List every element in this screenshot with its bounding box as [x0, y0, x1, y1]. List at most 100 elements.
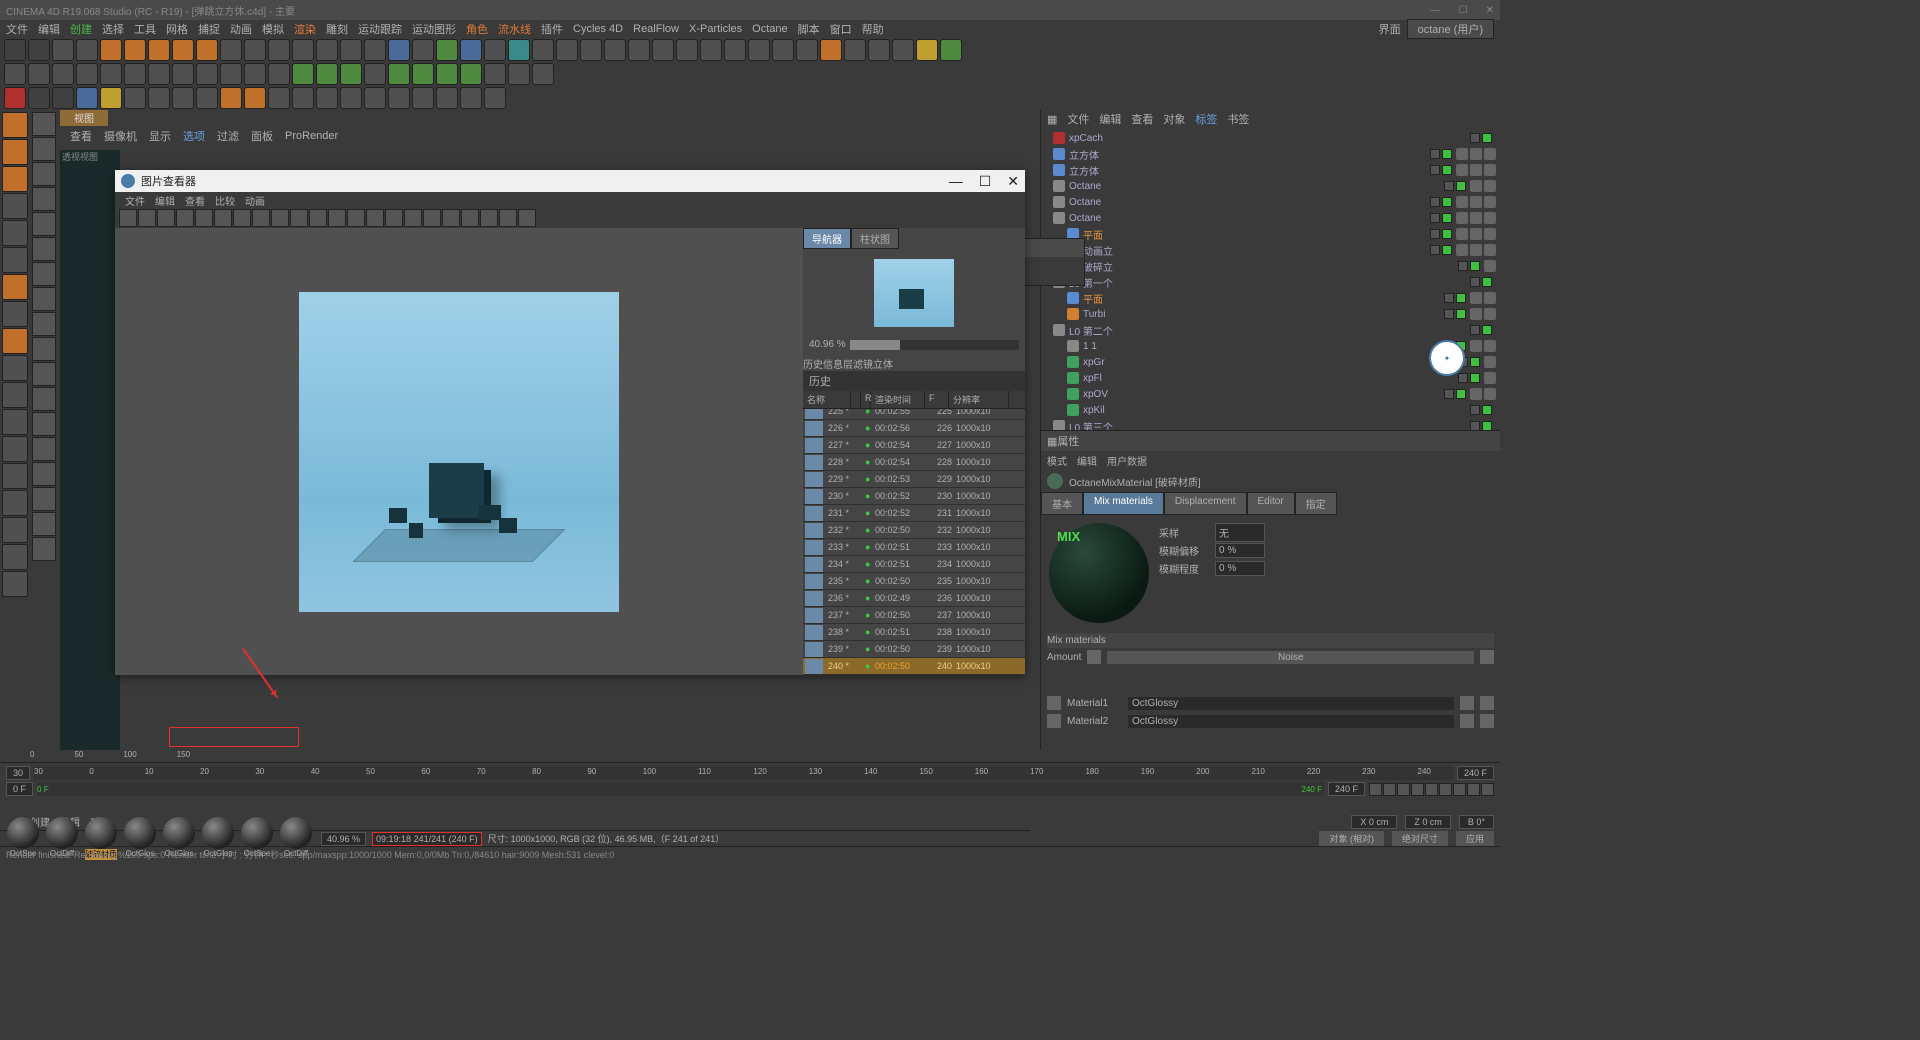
- tag-icon[interactable]: [1470, 164, 1482, 176]
- tool-button[interactable]: [436, 39, 458, 61]
- tag-icon[interactable]: [1456, 148, 1468, 160]
- left-tool[interactable]: [2, 571, 28, 597]
- tool-button[interactable]: [52, 39, 74, 61]
- object-row[interactable]: 立方体: [1045, 146, 1496, 162]
- history-row[interactable]: 237 *●00:02:502371000x10: [803, 607, 1025, 624]
- material1-field[interactable]: OctGlossy: [1128, 697, 1454, 710]
- vp-menu-面板[interactable]: 面板: [251, 128, 273, 144]
- vp-menu-查看[interactable]: 查看: [70, 128, 92, 144]
- pv-tab2[interactable]: 信息: [823, 356, 843, 371]
- tool-button[interactable]: [76, 39, 98, 61]
- vp-menu-ProRender[interactable]: ProRender: [285, 130, 338, 142]
- pv-tool[interactable]: [119, 209, 137, 227]
- coord-x[interactable]: X 0 cm: [1351, 815, 1397, 829]
- pv-tool[interactable]: [214, 209, 232, 227]
- tag-icon[interactable]: [1470, 148, 1482, 160]
- tool-button[interactable]: [748, 39, 770, 61]
- menu-Octane[interactable]: Octane: [752, 23, 787, 35]
- pv-tool[interactable]: [423, 209, 441, 227]
- mat1-clear-icon[interactable]: [1480, 696, 1494, 710]
- left-tool[interactable]: [2, 544, 28, 570]
- tool-button[interactable]: [148, 87, 170, 109]
- tool-button[interactable]: [388, 87, 410, 109]
- history-row[interactable]: 226 *●00:02:562261000x10: [803, 420, 1025, 437]
- left-tool[interactable]: [2, 382, 28, 408]
- tool-button[interactable]: [124, 87, 146, 109]
- tool-button[interactable]: [724, 39, 746, 61]
- pv-tool[interactable]: [347, 209, 365, 227]
- tool-button[interactable]: [100, 39, 122, 61]
- layout-selector[interactable]: octane (用户): [1407, 19, 1494, 39]
- tool-button[interactable]: [340, 87, 362, 109]
- tool-button[interactable]: [340, 63, 362, 85]
- vp-menu-显示[interactable]: 显示: [149, 128, 171, 144]
- playback-button[interactable]: [1439, 783, 1452, 796]
- left-tool-2[interactable]: [32, 387, 56, 411]
- tool-button[interactable]: [364, 63, 386, 85]
- tag-icon[interactable]: [1470, 308, 1482, 320]
- tag-icon[interactable]: [1470, 196, 1482, 208]
- menu-窗口[interactable]: 窗口: [830, 21, 852, 37]
- tool-button[interactable]: [892, 39, 914, 61]
- left-tool-2[interactable]: [32, 362, 56, 386]
- mat1-dot[interactable]: [1047, 696, 1061, 710]
- viewport-tab[interactable]: 视图: [60, 110, 108, 126]
- history-row[interactable]: 225 *●00:02:552251000x10: [803, 409, 1025, 420]
- tag-icon[interactable]: [1484, 228, 1496, 240]
- tool-button[interactable]: [796, 39, 818, 61]
- menu-Cycles 4D[interactable]: Cycles 4D: [573, 23, 623, 35]
- object-row[interactable]: L0 第一个: [1045, 274, 1496, 290]
- close-button[interactable]: ✕: [1486, 5, 1494, 16]
- vp-menu-选项[interactable]: 选项: [183, 128, 205, 144]
- tool-button[interactable]: [316, 87, 338, 109]
- menu-动画[interactable]: 动画: [230, 21, 252, 37]
- playback-button[interactable]: [1369, 783, 1382, 796]
- pv-tool[interactable]: [461, 209, 479, 227]
- menu-编辑[interactable]: 编辑: [38, 21, 60, 37]
- left-tool[interactable]: [2, 301, 28, 327]
- attr-menu-模式[interactable]: 模式: [1047, 453, 1067, 468]
- pv-tool[interactable]: [290, 209, 308, 227]
- pv-tool[interactable]: [138, 209, 156, 227]
- noise-button[interactable]: Noise: [1107, 651, 1474, 664]
- playback-button[interactable]: [1425, 783, 1438, 796]
- menu-运动跟踪[interactable]: 运动跟踪: [358, 21, 402, 37]
- left-tool[interactable]: [2, 274, 28, 300]
- tool-button[interactable]: [28, 39, 50, 61]
- tag-icon[interactable]: [1470, 228, 1482, 240]
- tool-button[interactable]: [292, 87, 314, 109]
- menu-捕捉[interactable]: 捕捉: [198, 21, 220, 37]
- pv-tool[interactable]: [366, 209, 384, 227]
- tool-button[interactable]: [244, 63, 266, 85]
- tool-button[interactable]: [172, 87, 194, 109]
- tool-button[interactable]: [412, 87, 434, 109]
- tool-button[interactable]: [244, 39, 266, 61]
- tag-icon[interactable]: [1470, 244, 1482, 256]
- object-row[interactable]: 平面: [1045, 290, 1496, 306]
- history-row[interactable]: 238 *●00:02:512381000x10: [803, 624, 1025, 641]
- mat2-pick-icon[interactable]: [1460, 714, 1474, 728]
- tool-button[interactable]: [412, 63, 434, 85]
- tool-button[interactable]: [4, 87, 26, 109]
- left-tool[interactable]: [2, 490, 28, 516]
- timeline-zero[interactable]: 0 F: [6, 782, 33, 796]
- object-row[interactable]: xpOV: [1045, 386, 1496, 402]
- tool-button[interactable]: [844, 39, 866, 61]
- pv-tool[interactable]: [442, 209, 460, 227]
- tag-icon[interactable]: [1456, 196, 1468, 208]
- left-tool-2[interactable]: [32, 437, 56, 461]
- tag-icon[interactable]: [1484, 356, 1496, 368]
- attr-menu-用户数据[interactable]: 用户数据: [1107, 453, 1147, 468]
- tool-button[interactable]: [28, 63, 50, 85]
- menu-帮助[interactable]: 帮助: [862, 21, 884, 37]
- coord-b[interactable]: B 0°: [1459, 815, 1494, 829]
- pv-tool[interactable]: [499, 209, 517, 227]
- tag-icon[interactable]: [1470, 212, 1482, 224]
- tool-button[interactable]: [4, 63, 26, 85]
- tag-icon[interactable]: [1484, 340, 1496, 352]
- pv-tab2[interactable]: 滤镜: [853, 356, 873, 371]
- amount-icon[interactable]: [1087, 650, 1101, 664]
- tag-icon[interactable]: [1456, 244, 1468, 256]
- rel-button[interactable]: 对象 (相对): [1319, 831, 1384, 846]
- left-tool-2[interactable]: [32, 487, 56, 511]
